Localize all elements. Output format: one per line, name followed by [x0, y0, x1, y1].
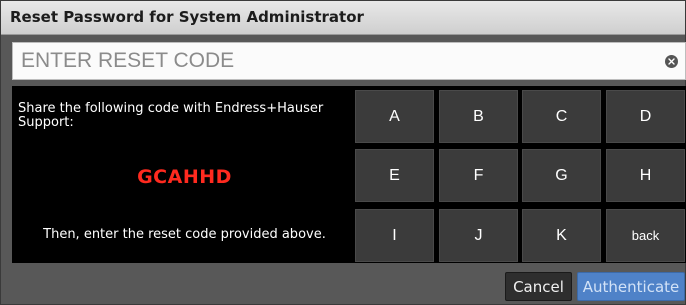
keypad-back-button[interactable]: back — [606, 209, 685, 262]
authenticate-button[interactable]: Authenticate — [577, 272, 685, 301]
clear-icon[interactable] — [665, 55, 678, 68]
keypad-key-c[interactable]: C — [522, 90, 601, 143]
enter-code-instructions: Then, enter the reset code provided abov… — [43, 227, 326, 242]
keypad-key-j[interactable]: J — [439, 209, 518, 262]
keypad-key-f[interactable]: F — [439, 149, 518, 202]
keypad-key-b[interactable]: B — [439, 90, 518, 143]
reset-password-dialog: Reset Password for System Administrator … — [0, 0, 686, 305]
generated-code: GCAHHD — [137, 166, 232, 188]
keypad-key-k[interactable]: K — [522, 209, 601, 262]
keypad-key-g[interactable]: G — [522, 149, 601, 202]
cancel-button[interactable]: Cancel — [505, 272, 572, 301]
reset-panel: Share the following code with Endress+Ha… — [12, 86, 686, 263]
share-instructions: Share the following code with Endress+Ha… — [18, 101, 324, 130]
keypad-key-e[interactable]: E — [355, 149, 434, 202]
keypad-key-i[interactable]: I — [355, 209, 434, 262]
keypad-key-a[interactable]: A — [355, 90, 434, 143]
reset-code-field — [12, 42, 686, 80]
dialog-title: Reset Password for System Administrator — [10, 8, 364, 26]
dialog-titlebar: Reset Password for System Administrator — [1, 1, 685, 35]
reset-code-input[interactable] — [13, 43, 653, 79]
keypad-key-h[interactable]: H — [606, 149, 685, 202]
keypad-key-d[interactable]: D — [606, 90, 685, 143]
